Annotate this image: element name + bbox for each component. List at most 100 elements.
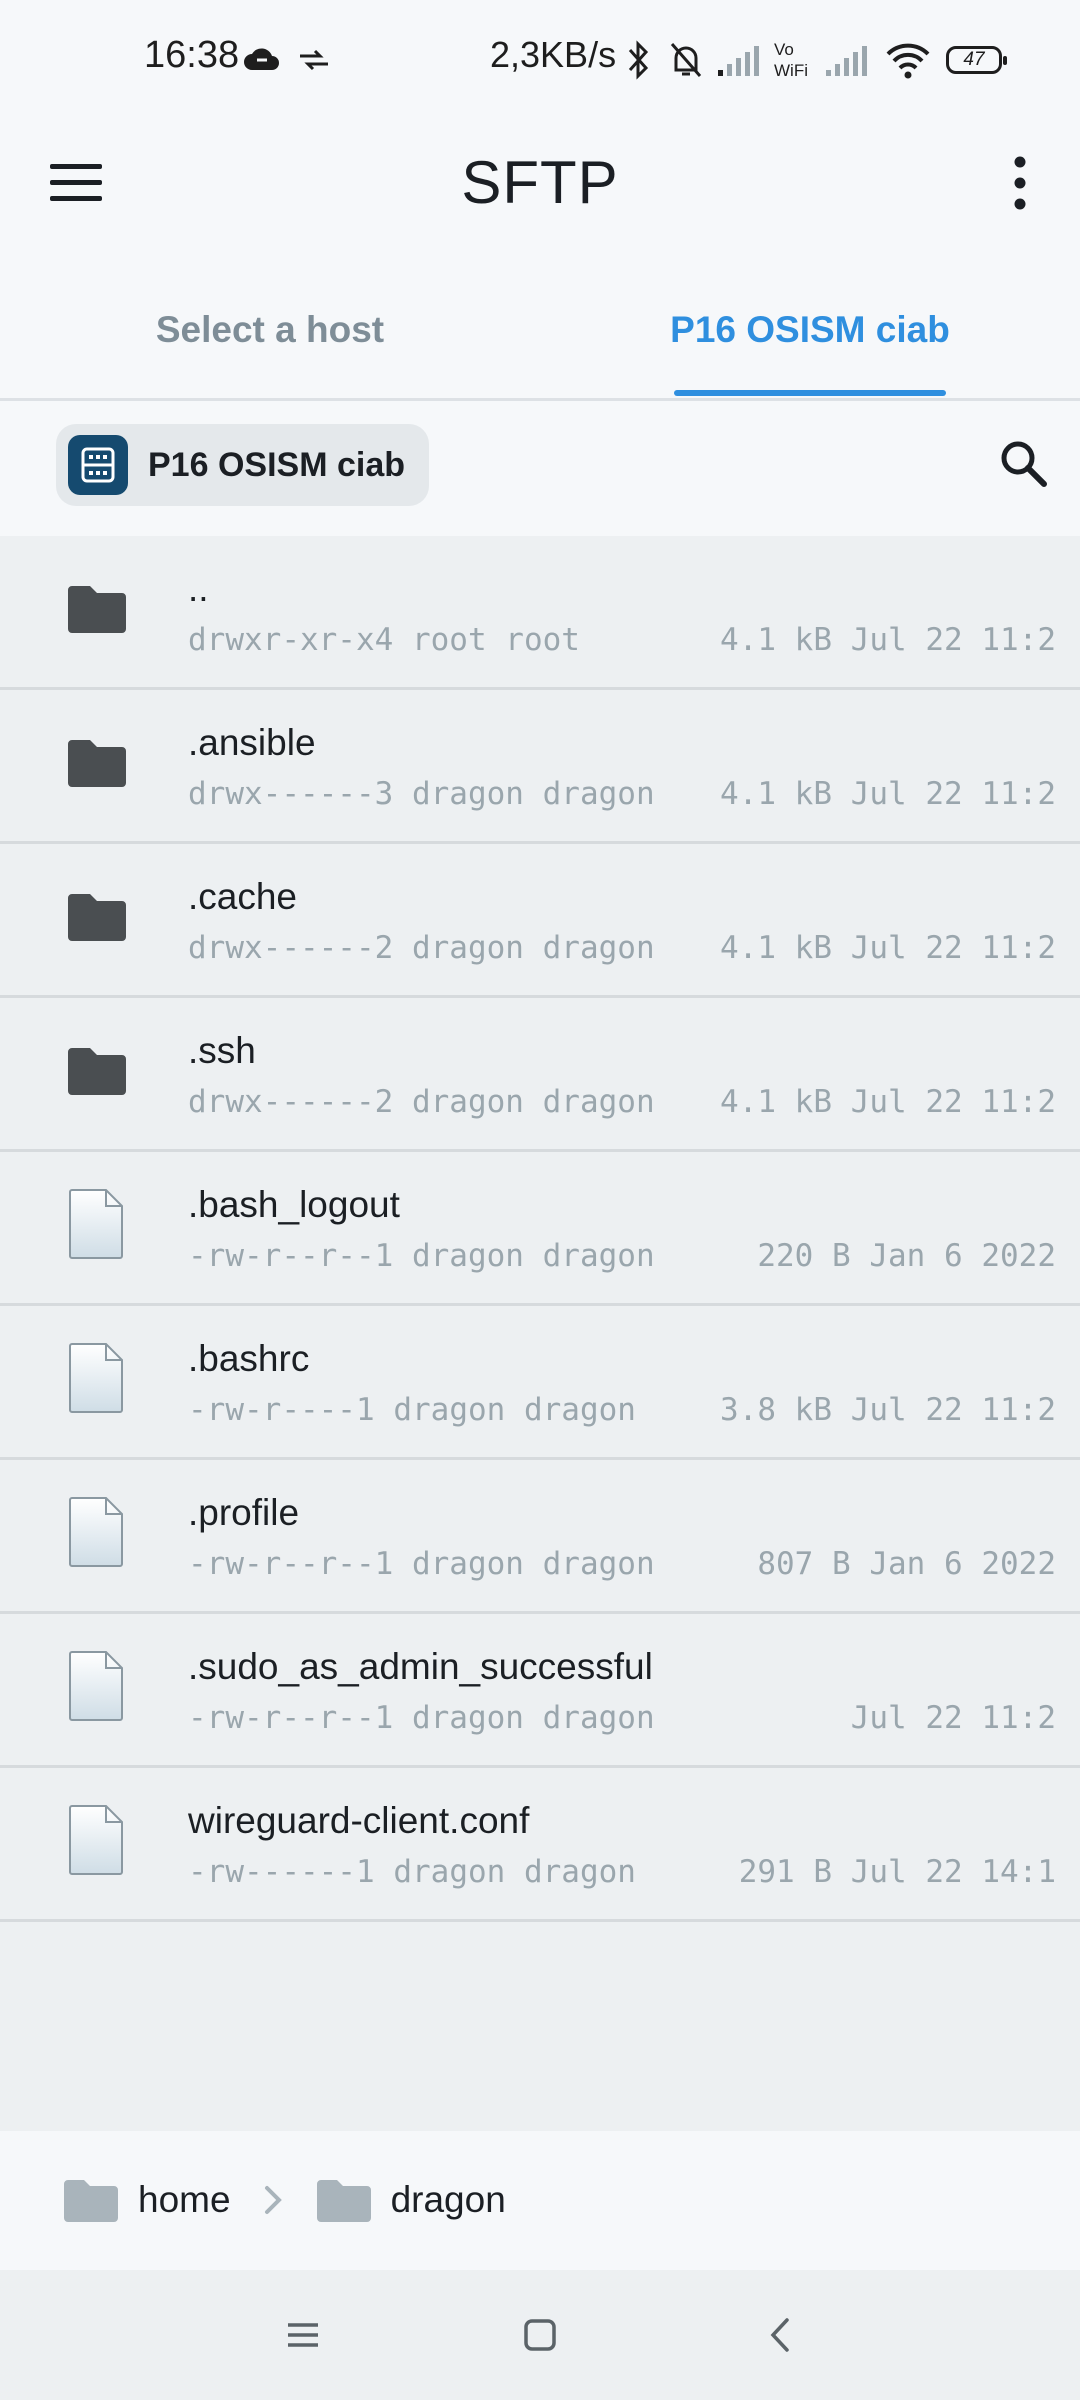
app-bar: SFTP: [0, 120, 1080, 240]
file-links: 4: [374, 622, 394, 658]
system-nav-bar: [0, 2270, 1080, 2400]
list-item[interactable]: .bashrc -rw-r----1 dragon dragon 3.8 kB Ju…: [0, 1306, 1080, 1460]
file-owner: dragon dragon: [411, 1084, 655, 1120]
file-owner: dragon dragon: [393, 1392, 636, 1428]
breadcrumb: home dragon: [0, 2131, 1080, 2269]
file-size: 4.1 kB: [720, 930, 833, 966]
file-permissions: drwx------2 dragon dragon: [188, 1084, 655, 1120]
host-chip-label: P16 OSISM ciab: [148, 445, 405, 484]
folder-icon: [316, 2180, 371, 2222]
cloud-notification-icon: [244, 48, 279, 70]
list-item[interactable]: .sudo_as_admin_successful -rw-r--r--1 dra…: [0, 1614, 1080, 1768]
file-links: 1: [374, 1238, 394, 1274]
file-name: .cache: [188, 876, 298, 917]
server-icon: [68, 435, 128, 495]
file-owner: dragon dragon: [411, 776, 655, 812]
breadcrumb-dragon[interactable]: dragon: [315, 2176, 506, 2224]
list-item[interactable]: .bash_logout -rw-r--r--1 dragon dragon 220…: [0, 1152, 1080, 1306]
list-item[interactable]: .profile -rw-r--r--1 dragon dragon 807 B J…: [0, 1460, 1080, 1614]
bluetooth-icon: [628, 40, 649, 80]
file-size: 807 B: [757, 1546, 851, 1582]
battery-icon: 47: [946, 46, 1007, 74]
file-owner: dragon dragon: [411, 1238, 655, 1274]
file-owner: root root: [411, 622, 580, 658]
file-icon: [69, 1805, 123, 1875]
status-time: 16:38: [144, 34, 240, 76]
file-size-date: Jul 22 11:2: [832, 1700, 1056, 1736]
breadcrumb-home[interactable]: home: [62, 2176, 231, 2224]
svg-text:Vo: Vo: [774, 40, 794, 59]
file-mode: drwx------: [188, 1084, 375, 1120]
file-mode: -rw------: [188, 1854, 356, 1890]
file-size: 220 B: [757, 1238, 851, 1274]
file-date: Jul 22 11:2: [850, 622, 1056, 658]
file-mode: -rw-r----: [188, 1392, 356, 1428]
folder-icon: [68, 586, 126, 633]
file-size-date: 4.1 kB Jul 22 11:2: [720, 930, 1056, 966]
tab-select-host[interactable]: Select a host: [0, 262, 540, 398]
list-item[interactable]: .cache drwx------2 dragon dragon 4.1 kB Ju…: [0, 844, 1080, 998]
file-size-date: 4.1 kB Jul 22 11:2: [720, 776, 1056, 812]
list-item[interactable]: wireguard-client.conf -rw------1 dragon d…: [0, 1768, 1080, 1922]
file-permissions: -rw-r----1 dragon dragon: [188, 1392, 636, 1428]
file-permissions: -rw-r--r--1 dragon dragon: [188, 1238, 655, 1274]
file-icon: [69, 1497, 123, 1567]
file-icon: [69, 1651, 123, 1721]
tab-p16-osism-ciab[interactable]: P16 OSISM ciab: [540, 262, 1080, 398]
file-owner: dragon dragon: [411, 1546, 655, 1582]
list-item[interactable]: .ssh drwx------2 dragon dragon 4.1 kB Jul …: [0, 998, 1080, 1152]
signal-2-icon: [826, 46, 867, 76]
file-date: Jul 22 11:2: [850, 1700, 1056, 1736]
file-size-date: 807 B Jan 6 2022: [757, 1546, 1056, 1582]
file-name: .sudo_as_admin_successful: [188, 1646, 653, 1687]
file-icon: [69, 1189, 123, 1259]
file-size: 291 B: [738, 1854, 833, 1890]
file-size: 3.8 kB: [720, 1392, 833, 1428]
file-size: 4.1 kB: [720, 622, 833, 658]
vowifi-icon: Vo WiFi: [774, 40, 808, 80]
file-links: 1: [374, 1546, 394, 1582]
file-date: Jan 6 2022: [869, 1546, 1056, 1582]
file-mode: -rw-r--r--: [188, 1700, 375, 1736]
host-chip[interactable]: P16 OSISM ciab: [56, 424, 429, 506]
file-mode: -rw-r--r--: [188, 1238, 375, 1274]
file-permissions: -rw------1 dragon dragon: [188, 1854, 636, 1890]
folder-icon: [68, 740, 126, 787]
network-speed: 2,3KB/s: [490, 34, 617, 75]
file-size-date: 3.8 kB Jul 22 11:2: [720, 1392, 1056, 1428]
data-transfer-icon: [300, 49, 328, 71]
file-permissions: -rw-r--r--1 dragon dragon: [188, 1700, 655, 1736]
mute-bell-icon: [670, 43, 702, 77]
file-owner: dragon dragon: [411, 930, 655, 966]
list-item[interactable]: .ansible drwx------3 dragon dragon 4.1 kB …: [0, 690, 1080, 844]
file-icon: [69, 1343, 123, 1413]
file-size-date: 4.1 kB Jul 22 11:2: [720, 622, 1056, 658]
file-permissions: -rw-r--r--1 dragon dragon: [188, 1546, 655, 1582]
file-mode: drwx------: [188, 930, 375, 966]
more-options-icon[interactable]: [1000, 150, 1040, 216]
file-name: .profile: [188, 1492, 300, 1533]
file-size-date: 291 B Jul 22 14:1: [739, 1854, 1056, 1890]
file-name: .ansible: [188, 722, 316, 763]
list-item[interactable]: .. drwxr-xr-x4 root root 4.1 kB Jul 22 11:…: [0, 536, 1080, 690]
file-permissions: drwxr-xr-x4 root root: [188, 622, 580, 658]
file-date: Jan 6 2022: [869, 1238, 1056, 1274]
breadcrumb-home-label: home: [138, 2179, 231, 2220]
file-name: .bashrc: [188, 1338, 310, 1379]
home-icon[interactable]: [515, 2310, 565, 2360]
folder-icon: [68, 894, 126, 941]
chevron-right-icon: [264, 2186, 282, 2214]
tab-bar: Select a host P16 OSISM ciab: [0, 262, 1080, 401]
file-name: .ssh: [188, 1030, 256, 1071]
back-icon[interactable]: [756, 2310, 806, 2360]
file-permissions: drwx------3 dragon dragon: [188, 776, 655, 812]
file-mode: drwx------: [188, 776, 375, 812]
file-permissions: drwx------2 dragon dragon: [188, 930, 655, 966]
recent-apps-icon[interactable]: [278, 2310, 328, 2360]
folder-icon: [68, 1048, 126, 1095]
file-links: 3: [374, 776, 394, 812]
file-date: Jul 22 11:2: [850, 930, 1056, 966]
file-date: Jul 22 11:2: [850, 776, 1056, 812]
search-icon[interactable]: [998, 438, 1050, 490]
battery-level: 47: [963, 49, 985, 70]
